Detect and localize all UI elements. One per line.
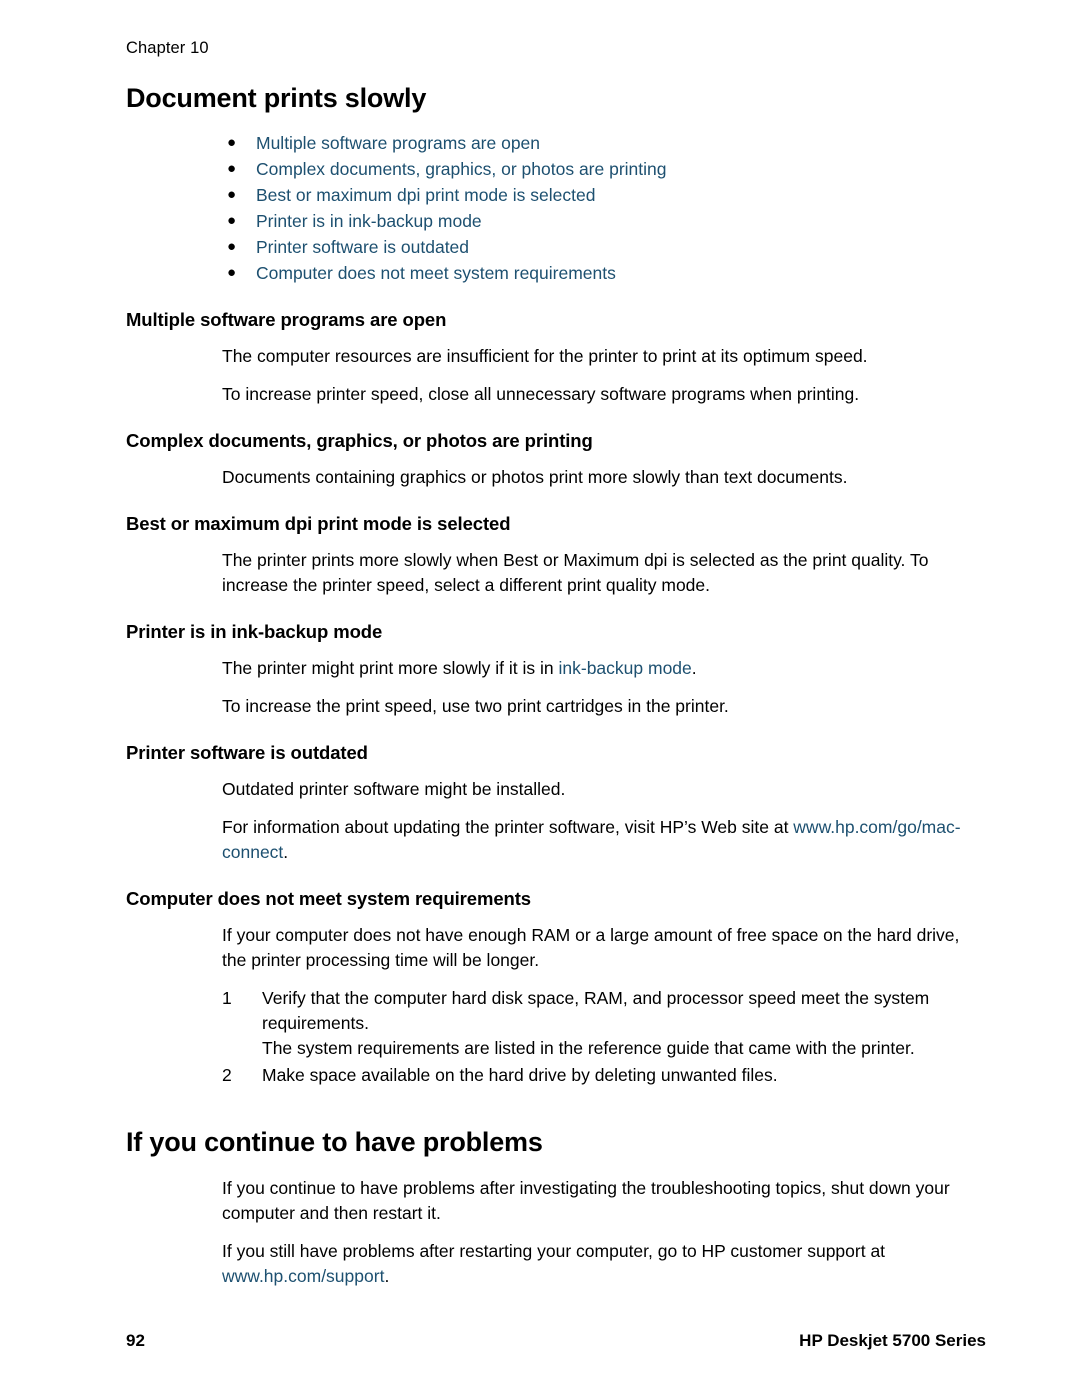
bullet-icon: ● <box>227 134 237 151</box>
support-url-link[interactable]: www.hp.com/support <box>222 1266 384 1286</box>
step-text: Verify that the computer hard disk space… <box>262 988 930 1033</box>
section-heading-complex-documents: Complex documents, graphics, or photos a… <box>126 430 593 451</box>
list-item[interactable]: ● Multiple software programs are open <box>126 130 986 156</box>
section-heading-system-requirements: Computer does not meet system requiremen… <box>126 888 531 909</box>
paragraph-text-before: If you still have problems after restart… <box>222 1241 886 1261</box>
list-item[interactable]: ● Printer software is outdated <box>126 234 986 260</box>
topic-link[interactable]: Computer does not meet system requiremen… <box>256 263 616 283</box>
paragraph-text-before: For information about updating the print… <box>222 817 794 837</box>
topic-link[interactable]: Printer software is outdated <box>256 237 469 257</box>
paragraph: Outdated printer software might be insta… <box>222 779 566 799</box>
bullet-icon: ● <box>227 160 237 177</box>
section-heading-best-dpi: Best or maximum dpi print mode is select… <box>126 513 511 534</box>
paragraph: The printer prints more slowly when Best… <box>222 550 929 595</box>
page-title: Document prints slowly <box>126 83 427 113</box>
section-title-continue-problems: If you continue to have problems <box>126 1127 543 1157</box>
footer-product-name: HP Deskjet 5700 Series <box>799 1331 986 1350</box>
step-substep-text: The system requirements are listed in th… <box>262 1038 915 1058</box>
paragraph-text-after: . <box>384 1266 390 1286</box>
list-item[interactable]: ● Complex documents, graphics, or photos… <box>126 156 986 182</box>
paragraph: Documents containing graphics or photos … <box>222 467 848 487</box>
list-item: 1 Verify that the computer hard disk spa… <box>126 986 986 1061</box>
paragraph: The computer resources are insufficient … <box>222 346 868 366</box>
document-page: Chapter 10 Document prints slowly ● Mult… <box>0 0 1080 1397</box>
list-item[interactable]: ● Best or maximum dpi print mode is sele… <box>126 182 986 208</box>
step-text: Make space available on the hard drive b… <box>262 1065 778 1085</box>
bullet-icon: ● <box>227 238 237 255</box>
topic-link[interactable]: Printer is in ink-backup mode <box>256 211 482 231</box>
paragraph: To increase printer speed, close all unn… <box>222 384 860 404</box>
bullet-icon: ● <box>227 186 237 203</box>
topic-link[interactable]: Best or maximum dpi print mode is select… <box>256 185 595 205</box>
topic-link[interactable]: Complex documents, graphics, or photos a… <box>256 159 667 179</box>
step-number: 1 <box>222 988 232 1008</box>
paragraph: If you continue to have problems after i… <box>222 1178 950 1223</box>
paragraph: To increase the print speed, use two pri… <box>222 696 729 716</box>
paragraph: The printer might print more slowly if i… <box>126 656 986 681</box>
paragraph-text-after: . <box>691 658 697 678</box>
paragraph: If your computer does not have enough RA… <box>222 925 960 970</box>
bullet-icon: ● <box>227 264 237 281</box>
list-item: 2 Make space available on the hard drive… <box>126 1063 986 1088</box>
footer-page-number: 92 <box>126 1331 145 1350</box>
ink-backup-mode-link[interactable]: ink-backup mode <box>559 658 692 678</box>
section-heading-multiple-programs: Multiple software programs are open <box>126 309 447 330</box>
topic-link[interactable]: Multiple software programs are open <box>256 133 540 153</box>
page-footer: 92 HP Deskjet 5700 Series <box>126 1331 986 1351</box>
running-header-chapter: Chapter 10 <box>126 39 209 57</box>
section-heading-ink-backup: Printer is in ink-backup mode <box>126 621 383 642</box>
list-item[interactable]: ● Printer is in ink-backup mode <box>126 208 986 234</box>
paragraph-text-after: . <box>283 842 289 862</box>
bullet-icon: ● <box>227 212 237 229</box>
list-item[interactable]: ● Computer does not meet system requirem… <box>126 260 986 286</box>
section-heading-outdated-software: Printer software is outdated <box>126 742 368 763</box>
paragraph: If you still have problems after restart… <box>126 1239 986 1289</box>
step-number: 2 <box>222 1065 232 1085</box>
paragraph-text-before: The printer might print more slowly if i… <box>222 658 559 678</box>
procedure-step-list: 1 Verify that the computer hard disk spa… <box>126 986 986 1088</box>
topic-link-list: ● Multiple software programs are open ● … <box>126 130 986 286</box>
page-content: Document prints slowly ● Multiple softwa… <box>126 82 986 1289</box>
paragraph: For information about updating the print… <box>126 815 986 865</box>
